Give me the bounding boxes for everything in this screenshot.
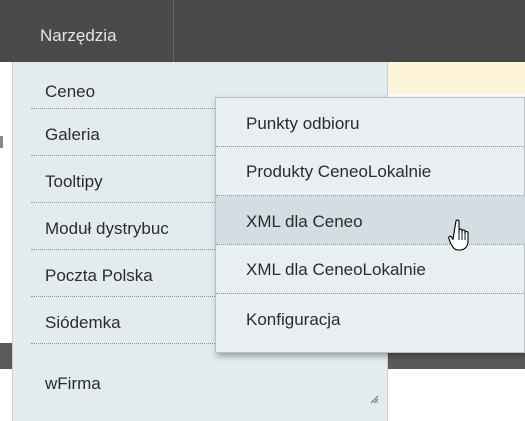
hand-pointer-icon	[448, 219, 469, 251]
top-toolbar: Narzędzia	[0, 0, 525, 62]
menu-item-label: Tooltipy	[45, 172, 103, 191]
ceneo-submenu: Punkty odbioru Produkty CeneoLokalnie XM…	[215, 97, 525, 353]
submenu-item-label: XML dla CeneoLokalnie	[246, 260, 426, 279]
submenu-item-label: XML dla Ceneo	[246, 212, 363, 231]
resize-grip-icon	[370, 395, 379, 404]
menu-item-label: Siódemka	[45, 313, 121, 332]
menu-item-label: Galeria	[45, 125, 100, 144]
submenu-item-label: Produkty CeneoLokalnie	[246, 162, 432, 181]
background-notice-strip	[388, 62, 525, 94]
submenu-item-produkty-ceneolokalnie[interactable]: Produkty CeneoLokalnie	[216, 147, 525, 195]
submenu-item-konfiguracja[interactable]: Konfiguracja	[216, 294, 525, 352]
menu-item-wfirma[interactable]: wFirma	[13, 344, 389, 421]
menu-item-label: Ceneo	[45, 82, 96, 101]
submenu-item-label: Punkty odbioru	[246, 114, 360, 133]
background-edge-mark	[0, 136, 3, 148]
menu-item-label: Poczta Polska	[45, 266, 153, 285]
submenu-item-xml-dla-ceneolokalnie[interactable]: XML dla CeneoLokalnie	[216, 245, 525, 293]
menu-item-label: Moduł dystrybuc	[45, 219, 169, 238]
submenu-item-xml-dla-ceneo[interactable]: XML dla Ceneo	[216, 196, 525, 244]
menu-item-label: wFirma	[45, 374, 101, 393]
tab-narzedzia[interactable]: Narzędzia	[0, 0, 174, 62]
tab-narzedzia-label: Narzędzia	[40, 26, 117, 45]
submenu-item-punkty-odbioru[interactable]: Punkty odbioru	[216, 98, 525, 146]
submenu-item-label: Konfiguracja	[246, 310, 341, 329]
